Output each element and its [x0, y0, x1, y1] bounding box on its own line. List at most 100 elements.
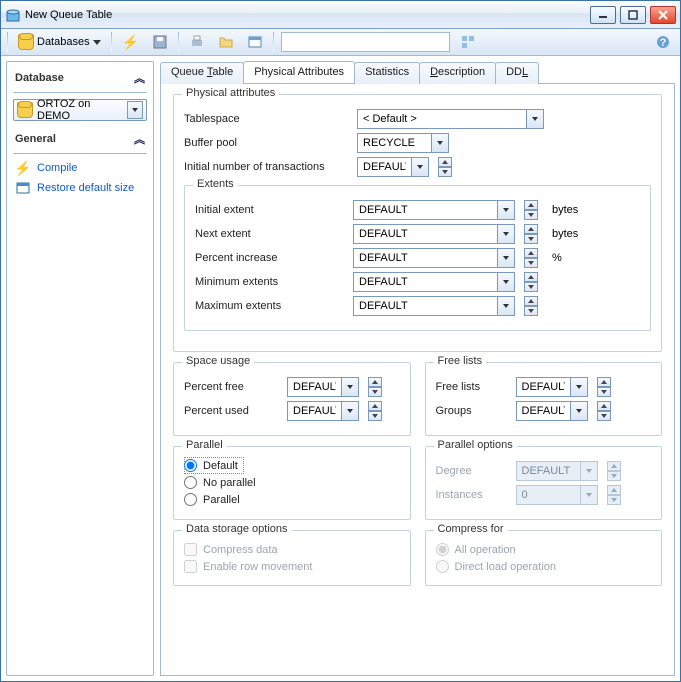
- instances-combo: [516, 485, 598, 505]
- save-button[interactable]: [147, 31, 173, 53]
- group-data-storage: Data storage options Compress data Enabl…: [173, 530, 411, 586]
- check-row-movement: Enable row movement: [184, 558, 400, 575]
- groups-combo[interactable]: [516, 401, 588, 421]
- tab-physical-attributes[interactable]: Physical Attributes: [243, 61, 355, 83]
- sidebar-item-compile[interactable]: ⚡ Compile: [13, 158, 147, 178]
- radio-parallel[interactable]: Parallel: [184, 491, 400, 508]
- label-instances: Instances: [436, 489, 508, 501]
- go-icon: [460, 34, 476, 50]
- open-file-button[interactable]: [213, 31, 239, 53]
- titlebar: New Queue Table: [1, 1, 680, 29]
- window-icon: [15, 180, 31, 196]
- go-button[interactable]: [455, 31, 481, 53]
- label-degree: Degree: [436, 465, 508, 477]
- help-icon: ?: [655, 34, 671, 50]
- collapse-icon: ︽: [134, 131, 145, 147]
- database-select[interactable]: ORTOZ on DEMO: [13, 99, 147, 121]
- radio-direct-load: Direct load operation: [436, 558, 652, 575]
- instances-spin: [607, 485, 621, 505]
- label-tablespace: Tablespace: [184, 113, 349, 125]
- minimize-button[interactable]: [590, 6, 616, 24]
- chevron-down-icon: [127, 101, 143, 119]
- label-buffer-pool: Buffer pool: [184, 137, 349, 149]
- label-init-trans: Initial number of transactions: [184, 161, 349, 173]
- tablespace-combo[interactable]: [357, 109, 544, 129]
- svg-text:?: ?: [660, 37, 667, 49]
- restore-size-button[interactable]: [242, 31, 268, 53]
- label-groups: Groups: [436, 405, 508, 417]
- max-extents-combo[interactable]: [353, 296, 515, 316]
- next-extent-combo[interactable]: [353, 224, 515, 244]
- tab-queue-table[interactable]: Queue Table: [160, 62, 244, 84]
- sidebar-general-header[interactable]: General ︽: [13, 129, 147, 154]
- print-button[interactable]: [184, 31, 210, 53]
- group-physical-attributes: Physical attributes Tablespace Buffer po…: [173, 94, 662, 352]
- min-extents-combo[interactable]: [353, 272, 515, 292]
- percent-used-spin[interactable]: [368, 401, 382, 421]
- maximize-button[interactable]: [620, 6, 646, 24]
- label-free-lists: Free lists: [436, 381, 508, 393]
- bolt-icon: ⚡: [15, 160, 31, 176]
- group-space-usage: Space usage Percent free Percent used: [173, 362, 411, 436]
- close-button[interactable]: [650, 6, 676, 24]
- groups-spin[interactable]: [597, 401, 611, 421]
- group-parallel: Parallel Default No parallel Parallel: [173, 446, 411, 520]
- label-next-extent: Next extent: [195, 228, 345, 240]
- degree-combo: [516, 461, 598, 481]
- check-compress-data: Compress data: [184, 541, 400, 558]
- help-button[interactable]: ?: [650, 31, 676, 53]
- min-extents-spin[interactable]: [524, 272, 538, 292]
- group-extents: Extents Initial extent bytes Next extent…: [184, 185, 651, 331]
- compile-button[interactable]: ⚡: [117, 31, 144, 53]
- label-initial-extent: Initial extent: [195, 204, 345, 216]
- label-max-extents: Maximum extents: [195, 300, 345, 312]
- percent-used-combo[interactable]: [287, 401, 359, 421]
- chevron-down-icon: [93, 40, 101, 45]
- free-lists-combo[interactable]: [516, 377, 588, 397]
- window-title: New Queue Table: [25, 9, 590, 21]
- degree-spin: [607, 461, 621, 481]
- group-parallel-options: Parallel options Degree Instances: [425, 446, 663, 520]
- init-trans-combo[interactable]: [357, 157, 429, 177]
- label-min-extents: Minimum extents: [195, 276, 345, 288]
- percent-increase-spin[interactable]: [524, 248, 538, 268]
- main: Queue Table Physical Attributes Statisti…: [160, 61, 675, 676]
- initial-extent-spin[interactable]: [524, 200, 538, 220]
- sidebar-item-restore[interactable]: Restore default size: [13, 178, 147, 198]
- toolbar: Databases ⚡ ?: [1, 29, 680, 56]
- window-icon: [247, 34, 263, 50]
- radio-no-parallel[interactable]: No parallel: [184, 474, 400, 491]
- databases-label: Databases: [37, 36, 90, 48]
- percent-increase-combo[interactable]: [353, 248, 515, 268]
- tab-ddl[interactable]: DDL: [495, 62, 539, 84]
- next-extent-spin[interactable]: [524, 224, 538, 244]
- app-icon: [5, 7, 21, 23]
- buffer-pool-combo[interactable]: [357, 133, 449, 153]
- label-percent-used: Percent used: [184, 405, 279, 417]
- label-percent-free: Percent free: [184, 381, 279, 393]
- max-extents-spin[interactable]: [524, 296, 538, 316]
- database-icon: [18, 34, 34, 50]
- tab-statistics[interactable]: Statistics: [354, 62, 420, 84]
- radio-parallel-default[interactable]: Default: [184, 457, 244, 474]
- percent-free-spin[interactable]: [368, 377, 382, 397]
- save-icon: [152, 34, 168, 50]
- initial-extent-combo[interactable]: [353, 200, 515, 220]
- sidebar-database-header[interactable]: Database ︽: [13, 68, 147, 93]
- database-icon: [17, 102, 33, 118]
- free-lists-spin[interactable]: [597, 377, 611, 397]
- databases-button[interactable]: Databases: [13, 31, 106, 53]
- tab-description[interactable]: Description: [419, 62, 496, 84]
- init-trans-spin[interactable]: [438, 157, 452, 177]
- percent-free-combo[interactable]: [287, 377, 359, 397]
- group-compress-for: Compress for All operation Direct load o…: [425, 530, 663, 586]
- print-icon: [189, 34, 205, 50]
- toolbar-combo[interactable]: [281, 32, 450, 52]
- window: New Queue Table Databases ⚡ ? D: [0, 0, 681, 682]
- radio-all-operation: All operation: [436, 541, 652, 558]
- folder-icon: [218, 34, 234, 50]
- collapse-icon: ︽: [134, 70, 145, 86]
- bolt-icon: ⚡: [122, 34, 139, 51]
- sidebar: Database ︽ ORTOZ on DEMO General ︽ ⚡: [6, 61, 154, 676]
- tabs: Queue Table Physical Attributes Statisti…: [160, 61, 675, 84]
